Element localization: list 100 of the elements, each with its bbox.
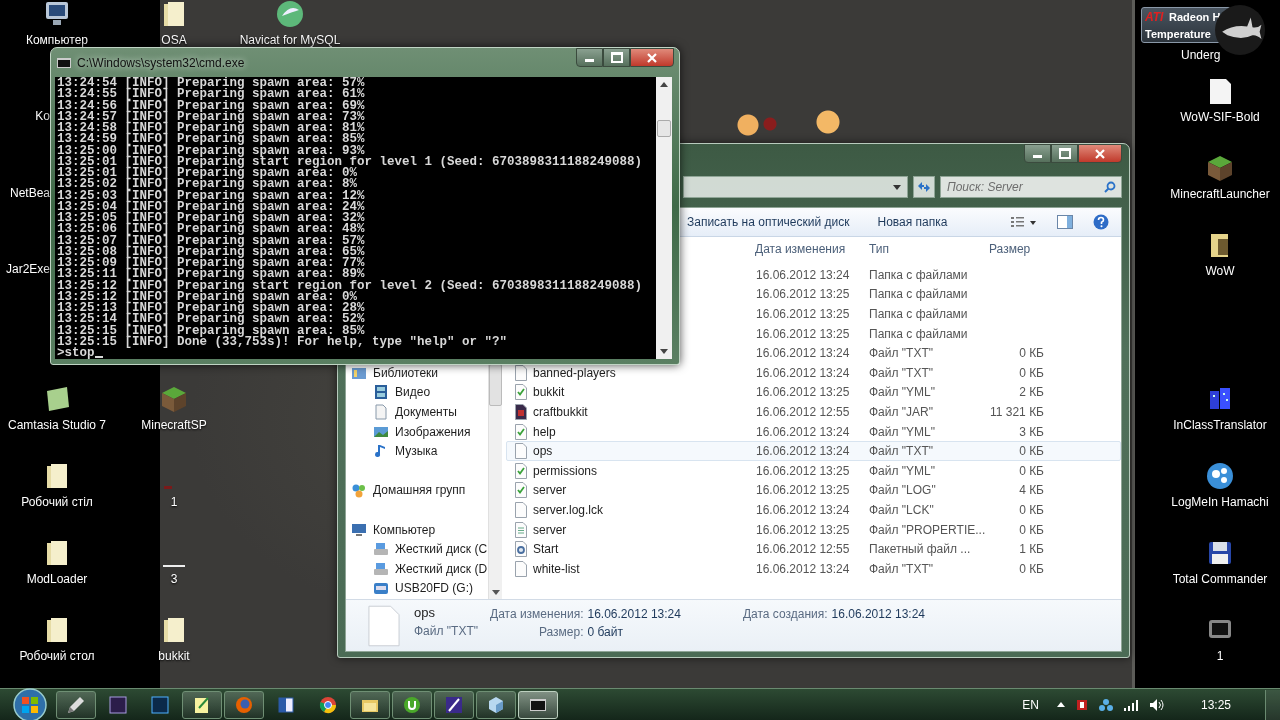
icon-label[interactable]: Camtasia Studio 7 (2, 418, 112, 432)
icon-label[interactable]: NetBea (0, 186, 50, 200)
date-cell-text: 16.06.2012 13:24 (755, 502, 851, 517)
maximize-button[interactable] (1051, 144, 1078, 163)
icon-label[interactable]: bukkit (119, 649, 229, 663)
nav-item[interactable]: Видео (346, 382, 488, 403)
toolbar-button[interactable]: Новая папка (877, 215, 948, 229)
taskbar-button[interactable] (518, 690, 558, 719)
file-name: Start (533, 542, 559, 557)
nav-item[interactable]: USB20FD (G:) (346, 578, 488, 599)
date-cell-text: 16.06.2012 13:25 (755, 326, 851, 341)
language-indicator[interactable]: EN (1022, 697, 1039, 712)
column-header[interactable]: Тип (864, 242, 985, 256)
icon-label[interactable]: Робочий стол (2, 649, 112, 663)
file-row[interactable]: permissions 16.06.2012 13:25 Файл "YML" 0 КБ (506, 460, 1121, 481)
nav-item[interactable]: Жесткий диск (D (346, 558, 488, 579)
toolbar-button[interactable]: Записать на оптический диск (687, 215, 850, 229)
nav-item[interactable]: Музыка (346, 441, 488, 461)
volume-icon[interactable] (1148, 697, 1165, 712)
icon-label[interactable]: WoW (1165, 264, 1275, 278)
date-cell-text: 16.06.2012 13:25 (755, 483, 851, 498)
taskbar-button[interactable] (182, 690, 222, 719)
file-row[interactable]: white-list 16.06.2012 13:24 Файл "TXT" 0 КБ (506, 558, 1121, 579)
tray-app-icon[interactable] (1074, 697, 1089, 712)
scrollbar[interactable] (488, 362, 502, 599)
taskbar-button[interactable] (56, 690, 96, 719)
file-row[interactable]: server 16.06.2012 13:25 Файл "PROPERTIE... 0 КБ (506, 519, 1121, 540)
drive-icon (373, 541, 389, 558)
scrollbar[interactable] (656, 77, 672, 359)
icon-label[interactable]: OSA (119, 33, 229, 47)
dotted-circle-icon[interactable] (1204, 460, 1236, 492)
file-row[interactable]: bukkit 16.06.2012 13:25 Файл "YML" 2 КБ (506, 382, 1121, 403)
file-row[interactable]: server 16.06.2012 13:25 Файл "LOG" 4 КБ (506, 480, 1121, 501)
icon-label[interactable]: ModLoader (2, 572, 112, 586)
show-hidden-icons-icon[interactable] (1056, 702, 1065, 707)
icon-label[interactable]: 3 (119, 572, 229, 586)
console-line: 13:25:00 [INFO] Preparing spawn area: 93% (57, 145, 365, 157)
close-button[interactable] (630, 48, 674, 67)
icon-label[interactable]: Ko (0, 109, 50, 123)
show-desktop-button[interactable] (1265, 689, 1280, 720)
scroll-thumb[interactable] (657, 120, 671, 137)
taskbar-button[interactable] (476, 690, 516, 719)
icon-label[interactable]: Navicat for MySQL (235, 33, 345, 47)
address-field[interactable] (683, 176, 908, 198)
preview-pane-icon[interactable] (1057, 215, 1073, 229)
close-button[interactable] (1078, 144, 1122, 163)
size-cell: 0 КБ (1019, 365, 1044, 380)
view-options-icon[interactable] (1011, 216, 1037, 228)
icon-label[interactable]: LogMeIn Hamachi (1165, 495, 1275, 509)
icon-label[interactable]: MinecraftSP (119, 418, 229, 432)
help-icon[interactable] (1093, 214, 1109, 230)
file-row[interactable]: ops 16.06.2012 13:24 Файл "TXT" 0 КБ (506, 441, 1121, 461)
dropdown-caret-icon[interactable] (893, 184, 901, 190)
signal-icon[interactable] (1122, 698, 1139, 711)
clock[interactable]: 13:25 (1200, 697, 1231, 712)
up-arrow-icon[interactable] (660, 82, 668, 87)
file-row[interactable]: craftbukkit 16.06.2012 12:55 Файл "JAR" 11 321 КБ (506, 402, 1121, 422)
circle-logo-icon[interactable] (274, 0, 306, 30)
console-input[interactable]: >stop (57, 348, 95, 359)
date-cell-text: 16.06.2012 13:24 (755, 267, 851, 282)
taskbar-button[interactable] (434, 690, 474, 719)
nav-item[interactable]: Компьютер (346, 519, 488, 540)
nav-item[interactable]: Домашняя групп (346, 480, 488, 501)
file-row[interactable]: banned-players 16.06.2012 13:24 Файл "TXT" 0 КБ (506, 362, 1121, 383)
nav-item[interactable]: Жесткий диск (C (346, 539, 488, 559)
taskbar-button[interactable] (392, 690, 432, 719)
search-icon[interactable] (1104, 181, 1116, 193)
start-button[interactable] (12, 686, 48, 720)
file-row[interactable]: server.log.lck 16.06.2012 13:24 Файл "LCK" 0 КБ (506, 500, 1121, 520)
taskbar-button[interactable] (350, 690, 390, 719)
icon-label[interactable]: Total Commander (1165, 572, 1275, 586)
icon-label[interactable]: InClassTranslator (1165, 418, 1275, 432)
blank-file-icon (368, 605, 400, 647)
icon-label[interactable]: 1 (1165, 649, 1275, 663)
nav-item[interactable]: Документы (346, 402, 488, 422)
column-header[interactable]: Дата изменения (752, 242, 864, 256)
icon-label[interactable]: WoW-SIF-Bold (1165, 110, 1275, 124)
icon-label[interactable]: Робочий стіл (2, 495, 112, 509)
maximize-button[interactable] (603, 48, 630, 67)
type-cell-text: Файл "YML" (868, 424, 937, 439)
scroll-thumb[interactable] (489, 364, 502, 406)
file-row[interactable]: help 16.06.2012 13:24 Файл "YML" 3 КБ (506, 421, 1121, 442)
nav-item[interactable]: Изображения (346, 421, 488, 442)
icon-label[interactable]: Underg (1181, 48, 1221, 62)
minimize-button[interactable] (576, 48, 603, 67)
down-arrow-icon[interactable] (491, 590, 500, 595)
column-header[interactable]: Размер (985, 242, 1047, 256)
size-cell: 4 КБ (1019, 483, 1044, 498)
icon-label[interactable]: MinecraftLauncher (1165, 187, 1275, 201)
type-cell-text: Файл "TXT" (868, 561, 935, 576)
search-field[interactable]: Поиск: Server (940, 176, 1122, 198)
minimize-button[interactable] (1024, 144, 1051, 163)
icon-label[interactable]: Компьютер (2, 33, 112, 47)
icon-label[interactable]: 1 (119, 495, 229, 509)
network-icon[interactable] (1098, 697, 1113, 712)
nav-item[interactable]: Библиотеки (346, 363, 488, 383)
file-row[interactable]: Start 16.06.2012 12:55 Пакетный файл ... 1 КБ (506, 539, 1121, 559)
down-arrow-icon[interactable] (660, 349, 668, 354)
refresh-button[interactable] (913, 176, 935, 198)
icon-label[interactable]: Jar2Exe (0, 262, 50, 276)
